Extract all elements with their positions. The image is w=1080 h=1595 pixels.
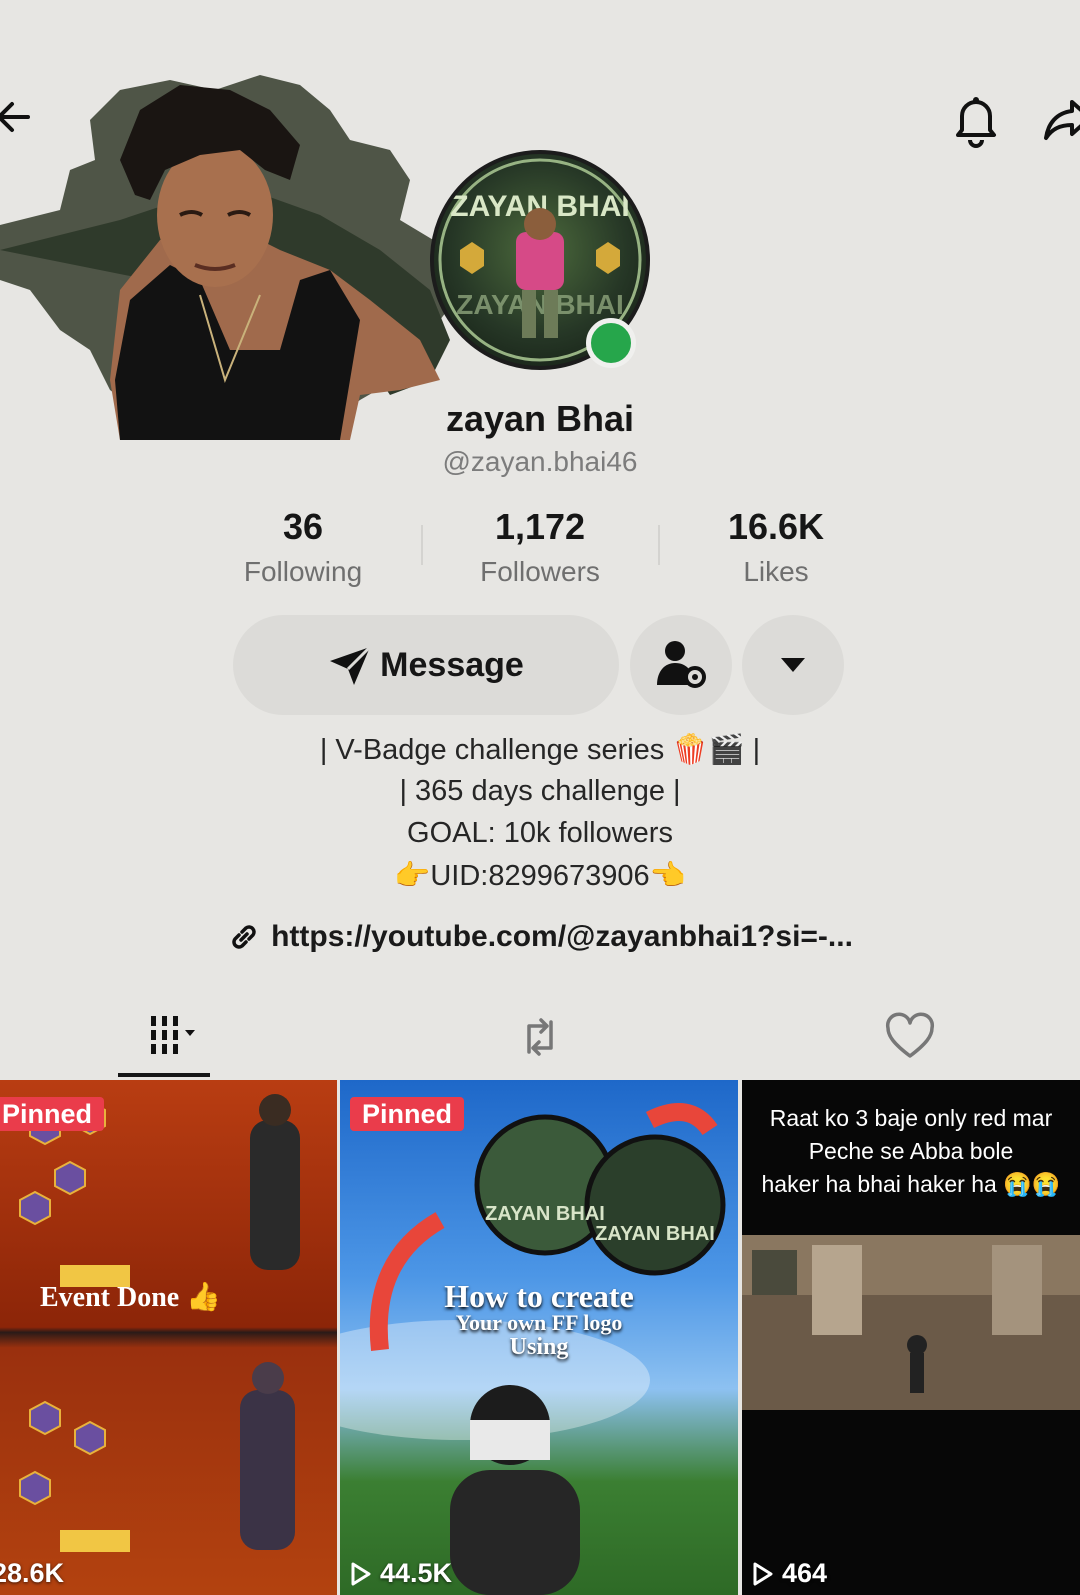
play-icon: [753, 1562, 773, 1585]
bio-line: GOAL: 10k followers: [407, 817, 673, 849]
bio-link-text: https://youtube.com/@zayanbhai1?si=-...: [271, 920, 853, 953]
logo-text: ZAYAN BHAI: [485, 1203, 605, 1225]
bio-link[interactable]: https://youtube.com/@zayanbhai1?si=-...: [0, 920, 1080, 954]
send-icon: [330, 645, 372, 685]
caret-down-icon: [781, 658, 805, 672]
follow-settings-button[interactable]: [630, 615, 732, 715]
online-status-dot: [586, 318, 636, 368]
bio-line: 👉UID:8299673906👈: [394, 860, 686, 892]
video-tile[interactable]: Raat ko 3 baje only red mar Peche se Abb…: [742, 1080, 1080, 1595]
repost-icon: [527, 1018, 553, 1056]
video-caption: Event Done 👍: [40, 1282, 222, 1313]
profile-handle: @zayan.bhai46: [442, 446, 638, 477]
link-icon: [232, 925, 256, 949]
message-button[interactable]: Message: [233, 615, 619, 715]
profile-name: zayan Bhai: [445, 398, 635, 439]
message-label: Message: [380, 645, 524, 684]
view-count-value: 44.5K: [380, 1558, 453, 1588]
logo-text: ZAYAN BHAI: [595, 1223, 715, 1245]
video-tile[interactable]: Event Done 👍: [0, 1080, 337, 1595]
video-caption: Raat ko 3 baje only red mar: [769, 1105, 1053, 1131]
bio-line: | 365 days challenge |: [399, 775, 681, 807]
view-count: 464: [752, 1558, 827, 1589]
tab-videos[interactable]: [118, 1002, 210, 1072]
bio-line: | V-Badge challenge series 🍿🎬 |: [319, 734, 761, 766]
view-count-value: 464: [782, 1558, 828, 1588]
stat-followers[interactable]: 1,172 Followers: [420, 506, 660, 588]
user-settings-icon: [657, 641, 706, 688]
pinned-badge: Pinned: [350, 1097, 465, 1131]
pinned-badge: Pinned: [0, 1097, 105, 1131]
notification-bell-icon[interactable]: [950, 92, 1002, 148]
more-options-button[interactable]: [742, 615, 844, 715]
video-caption: haker ha bhai haker ha 😭😭: [761, 1171, 1061, 1197]
video-tile[interactable]: ZAYAN BHAI ZAYAN BHAI How to create Your…: [340, 1080, 738, 1595]
video-thumbnail: [742, 1235, 1080, 1410]
active-tab-indicator: [118, 1073, 210, 1077]
video-caption-subtitle: Your own FF logo: [455, 1310, 623, 1335]
video-thumbnail: [19, 1094, 300, 1552]
play-icon: [351, 1562, 371, 1585]
tab-reposts[interactable]: [500, 1002, 580, 1072]
share-icon[interactable]: [1042, 92, 1080, 148]
view-count-value: 28.6K: [0, 1558, 65, 1588]
video-caption: Peche se Abba bole: [808, 1138, 1014, 1164]
stat-likes: 16.6K Likes: [656, 506, 896, 588]
followers-label: Followers: [480, 556, 600, 587]
following-label: Following: [243, 556, 363, 587]
following-count: 36: [282, 506, 324, 547]
grid-icon: [151, 1016, 195, 1054]
heart-icon: [885, 1012, 935, 1058]
stat-following[interactable]: 36 Following: [183, 506, 423, 588]
view-count: 44.5K: [350, 1558, 452, 1589]
video-caption-subtitle: Using: [509, 1334, 569, 1360]
likes-label: Likes: [743, 556, 809, 587]
likes-count: 16.6K: [727, 506, 825, 547]
followers-count: 1,172: [494, 506, 586, 547]
avatar-logo-text-bottom: ZAYAN BHAI: [456, 289, 624, 320]
tab-liked[interactable]: [870, 1002, 950, 1072]
view-count: 28.6K: [0, 1558, 64, 1589]
